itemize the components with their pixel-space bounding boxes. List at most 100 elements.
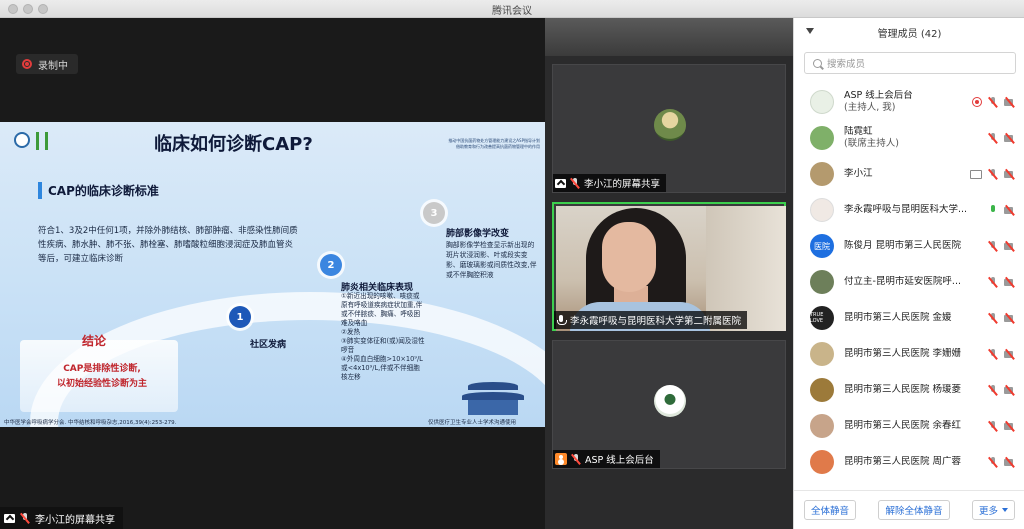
member-avatar <box>810 342 834 366</box>
member-item[interactable]: ASP 线上会后台 (主持人, 我) <box>794 84 1024 120</box>
member-name: 陆霓虹 <box>844 126 873 137</box>
mic-muted-icon[interactable] <box>988 312 998 324</box>
slide-title: 临床如何诊断CAP? <box>154 134 313 155</box>
member-item[interactable]: 昆明市第三人民医院 余春红 <box>794 408 1024 444</box>
participant-avatar <box>654 385 686 417</box>
mic-muted-icon[interactable] <box>988 132 998 144</box>
camera-off-icon[interactable] <box>1004 314 1017 323</box>
camera-off-icon[interactable] <box>1004 386 1017 395</box>
mic-muted-icon[interactable] <box>988 276 998 288</box>
screen-share-area: 录制中 临床如何诊断CAP? 推动中国抗菌药物处方管理能力建设之ASP指导计划 … <box>0 18 545 529</box>
participant-tile-active-speaker[interactable]: 李永霞呼吸与昆明医科大学第二附属医院 <box>552 202 786 331</box>
mic-muted-icon[interactable] <box>988 96 998 108</box>
camera-off-icon[interactable] <box>1004 422 1017 431</box>
mute-all-button[interactable]: 全体静音 <box>804 500 857 520</box>
title-bar: 腾讯会议 <box>0 0 1024 18</box>
member-item[interactable]: 李小江 <box>794 156 1024 192</box>
camera-off-icon[interactable] <box>1004 98 1017 107</box>
member-name: 昆明市第三人民医院 金媛 <box>844 312 952 323</box>
slide-project-line2: 借助教育和行为改善提高抗菌药物管理中的作用 <box>456 144 540 149</box>
member-avatar <box>810 450 834 474</box>
member-avatar: 医院 <box>810 234 834 258</box>
member-name: 付立主-昆明市延安医院呼... <box>844 276 961 287</box>
camera-off-icon[interactable] <box>1004 278 1017 287</box>
participant-tile[interactable]: 李小江的屏幕共享 <box>552 64 786 193</box>
mic-muted-icon[interactable] <box>988 420 998 432</box>
participant-avatar <box>654 109 686 141</box>
camera-off-icon[interactable] <box>1004 206 1017 215</box>
shared-slide: 临床如何诊断CAP? 推动中国抗菌药物处方管理能力建设之ASP指导计划 借助教育… <box>0 122 545 427</box>
member-avatar <box>810 126 834 150</box>
member-name: ASP 线上会后台 <box>844 90 913 101</box>
member-avatar <box>810 270 834 294</box>
gallery-top-strip <box>545 18 793 56</box>
camera-off-icon[interactable] <box>1004 350 1017 359</box>
step-2-marker: 2 <box>320 254 342 276</box>
host-person-icon <box>555 453 567 465</box>
mic-on-icon[interactable] <box>988 204 998 216</box>
member-item[interactable]: 昆明市第三人民医院 周广蓉 <box>794 444 1024 480</box>
recording-icon <box>972 97 982 107</box>
camera-off-icon[interactable] <box>1004 170 1017 179</box>
member-search-placeholder: 搜索成员 <box>827 59 866 70</box>
step-2-symptom-list: ①新近出现的咳嗽、咳痰或原有呼吸道疾病症状加重,伴或不伴脓痰、胸痛、呼吸困难及咯… <box>341 292 426 382</box>
symptom-item: ②发热 <box>341 328 361 336</box>
participant-name-tag: 李永霞呼吸与昆明医科大学第二附属医院 <box>554 311 748 329</box>
unmute-all-button[interactable]: 解除全体静音 <box>878 500 950 520</box>
member-item[interactable]: 陆霓虹 (联席主持人) <box>794 120 1024 156</box>
symptom-item: ③肺实变体征和(或)闻及湿性啰音 <box>341 337 425 354</box>
mic-muted-icon <box>571 453 581 465</box>
search-icon <box>813 58 822 68</box>
screen-share-owner-tag: 李小江的屏幕共享 <box>0 507 123 529</box>
participant-name-tag: ASP 线上会后台 <box>553 450 660 468</box>
member-name: 昆明市第三人民医院 李姗姗 <box>844 348 962 359</box>
member-panel-title: 管理成员 (42) <box>877 28 942 40</box>
camera-off-icon[interactable] <box>1004 242 1017 251</box>
member-name: 昆明市第三人民医院 周广蓉 <box>844 456 962 467</box>
slide-criteria-text: 符合1、3及2中任何1项，并除外肺结核、肺部肿瘤、非感染性肺间质性疾病、肺水肿、… <box>38 226 298 264</box>
member-item[interactable]: 昆明市第三人民医院 李姗姗 <box>794 336 1024 372</box>
conclusion-line: CAP是排除性诊断, <box>63 364 141 374</box>
member-item[interactable]: 李永霞呼吸与昆明医科大学... <box>794 192 1024 228</box>
step-1-marker: 1 <box>229 306 251 328</box>
member-item[interactable]: TRUE LOVE 昆明市第三人民医院 金媛 <box>794 300 1024 336</box>
collapse-panel-icon[interactable] <box>806 28 814 34</box>
screen-share-icon <box>4 513 15 523</box>
member-avatar <box>810 162 834 186</box>
member-name: 昆明市第三人民医院 杨瑗菱 <box>844 384 962 395</box>
mic-muted-icon[interactable] <box>988 240 998 252</box>
member-item[interactable]: 医院 陈俊月 昆明市第三人民医院 <box>794 228 1024 264</box>
slide-section-title: CAP的临床诊断标准 <box>30 170 330 208</box>
member-search-input[interactable]: 搜索成员 <box>804 52 1016 74</box>
meeting-window: 腾讯会议 录制中 临床如何诊断CAP? 推动中国抗菌药物处方管理能力建设之ASP… <box>0 0 1024 529</box>
participant-name: 李永霞呼吸与昆明医科大学第二附属医院 <box>570 316 742 327</box>
member-avatar <box>810 378 834 402</box>
member-panel-footer: 全体静音 解除全体静音 更多 <box>794 490 1024 529</box>
plant-logo-icon <box>36 132 48 150</box>
member-name: 李永霞呼吸与昆明医科大学... <box>844 204 968 215</box>
member-avatar <box>810 90 834 114</box>
step-3-label: 肺部影像学改变 <box>446 229 510 239</box>
participant-tile[interactable]: ASP 线上会后台 <box>552 340 786 469</box>
more-button[interactable]: 更多 <box>971 500 1015 520</box>
mic-muted-icon[interactable] <box>988 348 998 360</box>
temple-illustration <box>458 372 528 417</box>
conclusion-line: 以初始经验性诊断为主 <box>56 379 147 389</box>
member-item[interactable]: 付立主-昆明市延安医院呼... <box>794 264 1024 300</box>
mic-on-icon <box>556 314 567 326</box>
member-item[interactable]: 昆明市第三人民医院 杨瑗菱 <box>794 372 1024 408</box>
member-avatar <box>810 414 834 438</box>
camera-off-icon[interactable] <box>1004 458 1017 467</box>
mic-muted-icon[interactable] <box>988 384 998 396</box>
slide-footnote-right: 仅供医疗卫生专业人士学术沟通使用 <box>428 420 517 426</box>
mic-muted-icon[interactable] <box>988 456 998 468</box>
hospital-logo-icon <box>14 132 30 148</box>
window-title: 腾讯会议 <box>492 6 532 17</box>
member-avatar: TRUE LOVE <box>810 306 834 330</box>
member-panel: 管理成员 (42) 搜索成员 ASP 线上会后台 (主持人, 我) 陆霓虹 (联席主… <box>793 18 1024 529</box>
camera-off-icon[interactable] <box>1004 134 1017 143</box>
recording-indicator[interactable]: 录制中 <box>16 54 78 74</box>
screen-share-icon <box>555 178 566 188</box>
mic-muted-icon[interactable] <box>988 168 998 180</box>
step-3-marker: 3 <box>423 202 445 224</box>
